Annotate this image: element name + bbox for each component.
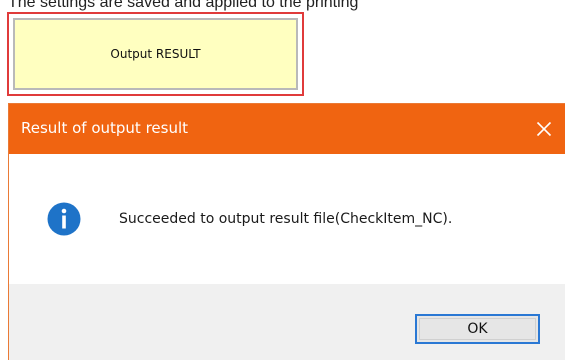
close-icon bbox=[536, 121, 552, 137]
ok-button[interactable]: OK bbox=[415, 314, 540, 344]
highlight-frame: Output RESULT bbox=[7, 12, 304, 96]
dialog-message: Succeeded to output result file(CheckIte… bbox=[119, 211, 453, 227]
instruction-text: The settings are saved and applied to th… bbox=[8, 0, 359, 11]
dialog-title: Result of output result bbox=[21, 119, 189, 137]
output-result-button[interactable]: Output RESULT bbox=[13, 18, 298, 90]
dialog-title-bar[interactable]: Result of output result bbox=[9, 104, 565, 154]
dialog-content: Succeeded to output result file(CheckIte… bbox=[9, 154, 565, 284]
page: The settings are saved and applied to th… bbox=[0, 0, 565, 360]
info-icon bbox=[47, 202, 81, 236]
dialog-close-button[interactable] bbox=[521, 104, 565, 154]
dialog-footer: OK bbox=[9, 284, 565, 360]
result-dialog: Result of output result Succeeded to out… bbox=[8, 103, 565, 360]
